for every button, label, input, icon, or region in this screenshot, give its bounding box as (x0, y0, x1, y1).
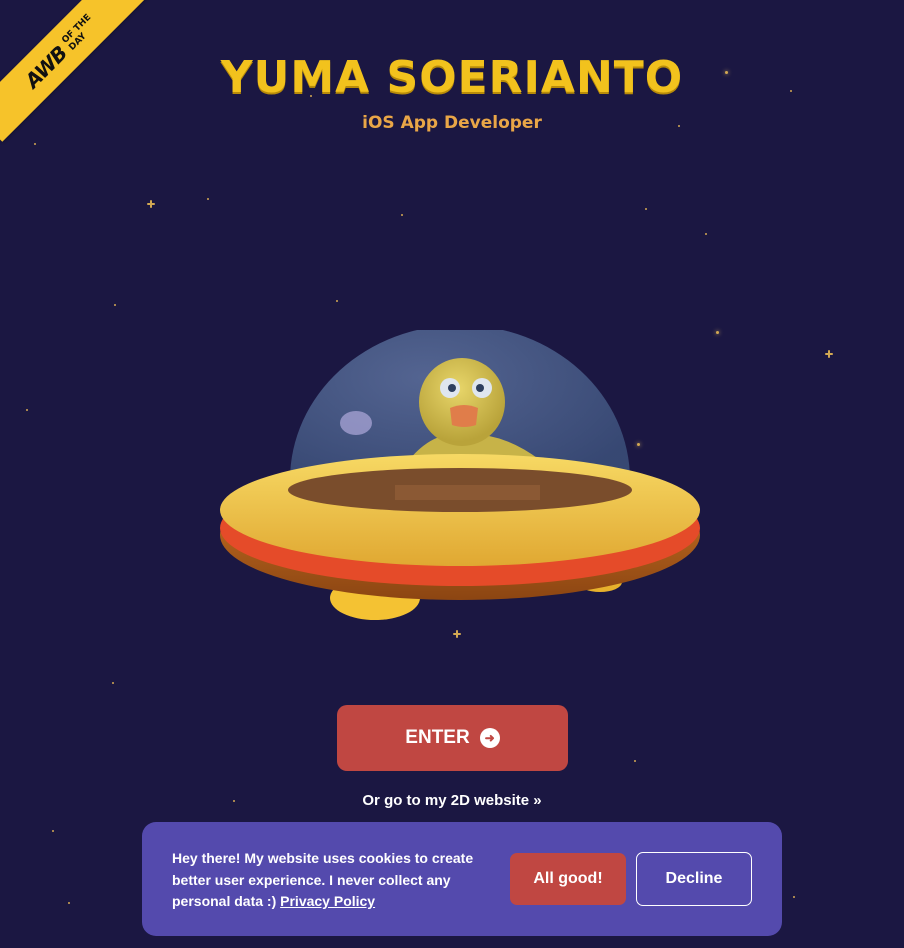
star (401, 214, 403, 216)
star (68, 902, 70, 904)
star (52, 830, 54, 832)
dome-reflection (340, 411, 372, 435)
star (207, 198, 209, 200)
star (336, 300, 338, 302)
star (716, 331, 719, 334)
star (34, 143, 36, 145)
star (26, 409, 28, 411)
privacy-policy-link[interactable]: Privacy Policy (280, 893, 375, 909)
star (705, 233, 707, 235)
cookie-banner: Hey there! My website uses cookies to cr… (142, 822, 782, 936)
arrow-circle-right-icon: ➜ (479, 728, 500, 748)
2d-website-link[interactable]: Or go to my 2D website » (0, 792, 904, 809)
page: AWB OF THE DAY YUMA SOERIANTO iOS App De… (0, 0, 904, 948)
star (645, 208, 647, 210)
star (634, 760, 636, 762)
star (825, 350, 833, 358)
enter-label: ENTER (405, 727, 470, 748)
star (112, 682, 114, 684)
decline-cookies-button[interactable]: Decline (636, 852, 752, 906)
star (114, 304, 116, 306)
star (147, 200, 155, 208)
ribbon-caption: OF THE DAY (60, 13, 100, 53)
enter-button[interactable]: ENTER ➜ (337, 705, 568, 771)
ufo-seat-front (395, 485, 540, 500)
duck-ufo-illustration[interactable] (210, 330, 710, 630)
star (793, 896, 795, 898)
cookie-message: Hey there! My website uses cookies to cr… (172, 848, 482, 913)
site-subtitle: iOS App Developer (362, 113, 542, 133)
duck-head (419, 358, 505, 446)
duck-pupil-left (448, 384, 456, 392)
accept-cookies-button[interactable]: All good! (510, 853, 626, 905)
site-title: YUMA SOERIANTO (220, 52, 684, 103)
duck-pupil-right (476, 384, 484, 392)
star (453, 630, 461, 638)
duck-beak (450, 405, 478, 427)
